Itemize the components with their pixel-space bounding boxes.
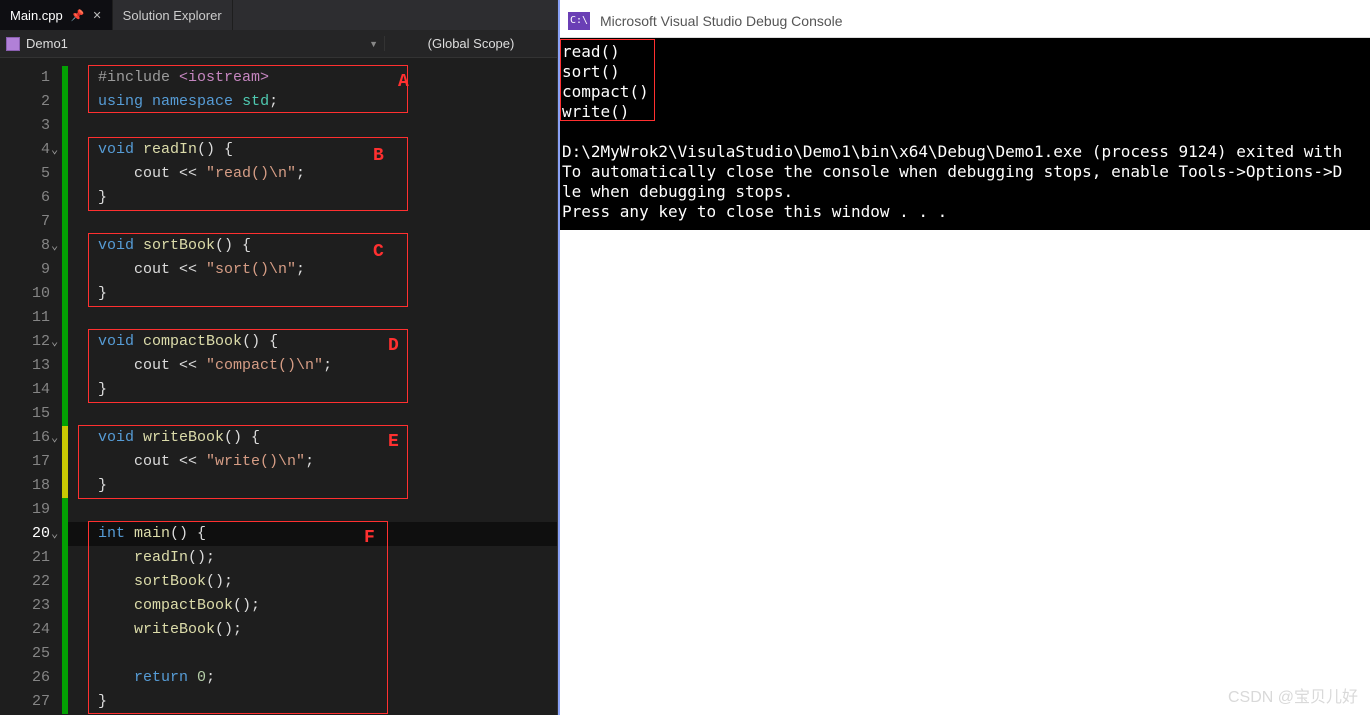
line-number: 19 (0, 498, 62, 522)
code-area[interactable]: 1234567891011121314151617181920212223242… (0, 58, 557, 715)
fold-icon[interactable]: ⌄ (51, 330, 65, 354)
code-line[interactable]: writeBook(); (68, 618, 557, 642)
annotation-label-d: D (388, 336, 399, 356)
chevron-down-icon: ▼ (369, 39, 378, 49)
annotation-label-e: E (388, 432, 399, 452)
code-line[interactable]: int main() {⌄ (68, 522, 557, 546)
code-line[interactable] (68, 402, 557, 426)
console-pane: C:\ Microsoft Visual Studio Debug Consol… (558, 0, 1370, 715)
line-number: 17 (0, 450, 62, 474)
tab-solution-explorer[interactable]: Solution Explorer (113, 0, 233, 30)
code-line[interactable]: } (68, 282, 557, 306)
code-body[interactable]: #include <iostream>using namespace std; v… (68, 58, 557, 715)
code-line[interactable]: void sortBook() {⌄ (68, 234, 557, 258)
line-number: 5 (0, 162, 62, 186)
code-line[interactable]: #include <iostream> (68, 66, 557, 90)
line-number: 22 (0, 570, 62, 594)
tab-bar: Main.cpp 📌 ✕ Solution Explorer (0, 0, 557, 30)
line-number: 2 (0, 90, 62, 114)
line-number: 14 (0, 378, 62, 402)
code-line[interactable]: return 0; (68, 666, 557, 690)
code-line[interactable]: compactBook(); (68, 594, 557, 618)
line-number: 3 (0, 114, 62, 138)
code-line[interactable]: } (68, 186, 557, 210)
line-number: 7 (0, 210, 62, 234)
code-line[interactable]: readIn(); (68, 546, 557, 570)
code-line[interactable] (68, 498, 557, 522)
line-number: 18 (0, 474, 62, 498)
watermark: CSDN @宝贝儿好 (1228, 683, 1358, 707)
code-line[interactable]: } (68, 690, 557, 714)
fold-icon[interactable]: ⌄ (51, 522, 65, 546)
fold-icon[interactable]: ⌄ (51, 138, 65, 162)
line-number: 24 (0, 618, 62, 642)
code-line[interactable] (68, 210, 557, 234)
annotation-label-f: F (364, 528, 375, 548)
code-line[interactable]: void writeBook() {⌄ (68, 426, 557, 450)
code-line[interactable] (68, 642, 557, 666)
tab-label: Main.cpp (10, 8, 63, 23)
tab-label: Solution Explorer (123, 8, 222, 23)
line-number: 15 (0, 402, 62, 426)
console-output-highlight (560, 39, 655, 121)
code-line[interactable]: using namespace std; (68, 90, 557, 114)
code-line[interactable]: } (68, 474, 557, 498)
code-line[interactable]: void readIn() {⌄ (68, 138, 557, 162)
code-line[interactable]: cout << "compact()\n"; (68, 354, 557, 378)
code-line[interactable]: sortBook(); (68, 570, 557, 594)
editor-pane: Main.cpp 📌 ✕ Solution Explorer Demo1 ▼ (… (0, 0, 558, 715)
line-number: 27 (0, 690, 62, 714)
annotation-label-c: C (373, 242, 384, 262)
console-output[interactable]: read() sort() compact() write() D:\2MyWr… (560, 38, 1370, 230)
line-number: 1 (0, 66, 62, 90)
project-icon (6, 37, 20, 51)
console-content: read() sort() compact() write() D:\2MyWr… (560, 38, 1370, 715)
code-line[interactable]: cout << "read()\n"; (68, 162, 557, 186)
code-line[interactable]: } (68, 378, 557, 402)
code-line[interactable]: void compactBook() {⌄ (68, 330, 557, 354)
pin-icon[interactable]: 📌 (71, 9, 85, 22)
close-icon[interactable]: ✕ (92, 9, 101, 22)
annotation-label-a: A (398, 72, 409, 92)
line-number: 6 (0, 186, 62, 210)
line-number: 11 (0, 306, 62, 330)
annotation-label-b: B (373, 146, 384, 166)
console-app-icon: C:\ (568, 12, 590, 30)
line-number: 13 (0, 354, 62, 378)
console-title-bar[interactable]: C:\ Microsoft Visual Studio Debug Consol… (560, 0, 1370, 38)
code-line[interactable] (68, 306, 557, 330)
line-number: 9 (0, 258, 62, 282)
line-number: 10 (0, 282, 62, 306)
console-title: Microsoft Visual Studio Debug Console (600, 13, 843, 29)
fold-icon[interactable]: ⌄ (51, 234, 65, 258)
code-line[interactable] (68, 114, 557, 138)
scope-label: (Global Scope) (428, 36, 515, 51)
line-number: 23 (0, 594, 62, 618)
code-line[interactable]: cout << "sort()\n"; (68, 258, 557, 282)
code-line[interactable]: cout << "write()\n"; (68, 450, 557, 474)
scope-bar: Demo1 ▼ (Global Scope) (0, 30, 557, 58)
line-number: 25 (0, 642, 62, 666)
project-name: Demo1 (26, 36, 68, 51)
fold-icon[interactable]: ⌄ (51, 426, 65, 450)
project-scope-dropdown[interactable]: Demo1 ▼ (0, 36, 385, 51)
line-number: 26 (0, 666, 62, 690)
line-number: 21 (0, 546, 62, 570)
tab-main-cpp[interactable]: Main.cpp 📌 ✕ (0, 0, 113, 30)
global-scope-dropdown[interactable]: (Global Scope) (385, 36, 557, 51)
